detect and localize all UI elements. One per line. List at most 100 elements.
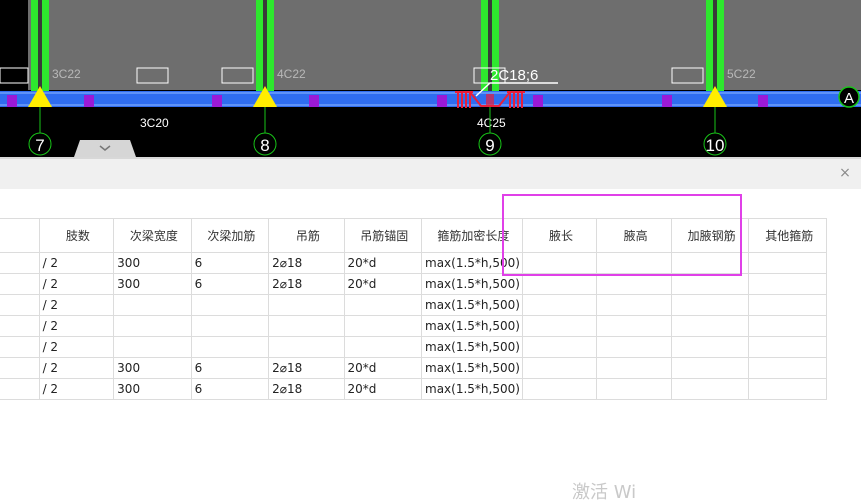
table-cell[interactable]: 2⌀18: [268, 378, 345, 400]
table-cell[interactable]: [0, 252, 40, 274]
table-cell[interactable]: [748, 315, 827, 337]
table-cell[interactable]: max(1.5*h,500): [421, 294, 523, 316]
table-cell[interactable]: [748, 273, 827, 295]
table-cell[interactable]: [0, 273, 40, 295]
table-cell[interactable]: [190, 336, 270, 358]
table-cell[interactable]: [596, 336, 672, 358]
cad-drawing[interactable]: 3C22 4C22 5C22 2C18;6 A 3C20 4C25 7 8 9 …: [0, 0, 861, 157]
table-cell[interactable]: [670, 252, 750, 274]
table-cell[interactable]: [596, 357, 672, 379]
table-cell[interactable]: [596, 273, 672, 295]
column-header[interactable]: 吊筋锚固: [343, 218, 423, 253]
cad-canvas[interactable]: 3C22 4C22 5C22 2C18;6 A 3C20 4C25 7 8 9 …: [0, 0, 861, 157]
axis-bubble-a[interactable]: A: [838, 86, 860, 108]
table-cell[interactable]: 300: [113, 252, 192, 274]
table-cell[interactable]: [521, 336, 598, 358]
table-cell[interactable]: 300: [113, 357, 192, 379]
table-cell[interactable]: max(1.5*h,500): [421, 357, 523, 379]
table-cell[interactable]: [521, 294, 598, 316]
table-cell[interactable]: / 2: [38, 357, 115, 379]
table-cell[interactable]: max(1.5*h,500): [421, 336, 523, 358]
table-cell[interactable]: 20*d: [343, 357, 423, 379]
table-cell[interactable]: 2⌀18: [268, 357, 345, 379]
table-cell[interactable]: [670, 357, 750, 379]
collapse-handle[interactable]: [74, 140, 136, 157]
table-cell[interactable]: 2⌀18: [268, 252, 345, 274]
table-cell[interactable]: max(1.5*h,500): [421, 315, 523, 337]
table-row[interactable]: / 2 300 6 2⌀18 20*d max(1.5*h,500): [0, 273, 827, 295]
table-cell[interactable]: [521, 252, 598, 274]
column-10[interactable]: [706, 0, 724, 95]
table-cell[interactable]: max(1.5*h,500): [421, 252, 523, 274]
table-cell[interactable]: [113, 315, 192, 337]
table-cell[interactable]: 20*d: [343, 252, 423, 274]
table-cell[interactable]: [596, 252, 672, 274]
column-7[interactable]: [31, 0, 49, 95]
column-header[interactable]: 腋长: [521, 218, 598, 253]
table-cell[interactable]: max(1.5*h,500): [421, 273, 523, 295]
table-cell[interactable]: [0, 315, 40, 337]
column-header[interactable]: 箍筋加密长度: [421, 218, 523, 253]
table-cell[interactable]: [268, 294, 345, 316]
table-cell[interactable]: [748, 294, 827, 316]
table-cell[interactable]: [670, 336, 750, 358]
column-header[interactable]: 次梁宽度: [113, 218, 192, 253]
table-cell[interactable]: 20*d: [343, 378, 423, 400]
table-cell[interactable]: [748, 336, 827, 358]
table-cell[interactable]: 20*d: [343, 273, 423, 295]
table-cell[interactable]: [748, 252, 827, 274]
table-cell[interactable]: [190, 294, 270, 316]
table-cell[interactable]: [670, 273, 750, 295]
table-cell[interactable]: [343, 315, 423, 337]
table-cell[interactable]: [670, 315, 750, 337]
table-cell[interactable]: 6: [190, 357, 270, 379]
table-cell[interactable]: [0, 378, 40, 400]
column-header[interactable]: 次梁加筋: [190, 218, 270, 253]
close-icon[interactable]: ×: [837, 165, 853, 181]
table-cell[interactable]: 6: [190, 378, 270, 400]
table-cell[interactable]: [343, 294, 423, 316]
table-cell[interactable]: 6: [190, 273, 270, 295]
table-cell[interactable]: [596, 315, 672, 337]
table-row[interactable]: / 2 max(1.5*h,500): [0, 336, 827, 358]
table-row[interactable]: / 2 max(1.5*h,500): [0, 315, 827, 337]
table-cell[interactable]: 6: [190, 252, 270, 274]
column-header[interactable]: 吊筋: [268, 218, 345, 253]
table-cell[interactable]: [596, 294, 672, 316]
table-cell[interactable]: [0, 336, 40, 358]
table-cell[interactable]: [521, 357, 598, 379]
column-header[interactable]: 加腋钢筋: [670, 218, 750, 253]
table-cell[interactable]: [748, 378, 827, 400]
table-row[interactable]: / 2 300 6 2⌀18 20*d max(1.5*h,500): [0, 357, 827, 379]
table-cell[interactable]: [521, 315, 598, 337]
table-cell[interactable]: [748, 357, 827, 379]
table-cell[interactable]: [670, 294, 750, 316]
table-cell[interactable]: [113, 336, 192, 358]
table-cell[interactable]: 2⌀18: [268, 273, 345, 295]
table-cell[interactable]: [670, 378, 750, 400]
table-cell[interactable]: 300: [113, 273, 192, 295]
column-header[interactable]: 肢数: [38, 218, 115, 253]
column-header[interactable]: 其他箍筋: [748, 218, 827, 253]
table-cell[interactable]: [343, 336, 423, 358]
table-cell[interactable]: 300: [113, 378, 192, 400]
table-cell[interactable]: / 2: [38, 294, 115, 316]
table-cell[interactable]: / 2: [38, 273, 115, 295]
table-cell[interactable]: [113, 294, 192, 316]
table-row[interactable]: / 2 300 6 2⌀18 20*d max(1.5*h,500): [0, 252, 827, 274]
table-cell[interactable]: / 2: [38, 378, 115, 400]
table-cell[interactable]: [190, 315, 270, 337]
table-cell[interactable]: [521, 378, 598, 400]
table-cell[interactable]: [596, 378, 672, 400]
table-cell[interactable]: max(1.5*h,500): [421, 378, 523, 400]
table-cell[interactable]: / 2: [38, 315, 115, 337]
table-cell[interactable]: [0, 294, 40, 316]
table-cell[interactable]: / 2: [38, 252, 115, 274]
table-cell[interactable]: [0, 357, 40, 379]
table-cell[interactable]: [521, 273, 598, 295]
table-cell[interactable]: [268, 336, 345, 358]
table-cell[interactable]: / 2: [38, 336, 115, 358]
column-header[interactable]: 腋高: [596, 218, 672, 253]
column-8[interactable]: [256, 0, 274, 95]
table-row[interactable]: / 2 300 6 2⌀18 20*d max(1.5*h,500): [0, 378, 827, 400]
